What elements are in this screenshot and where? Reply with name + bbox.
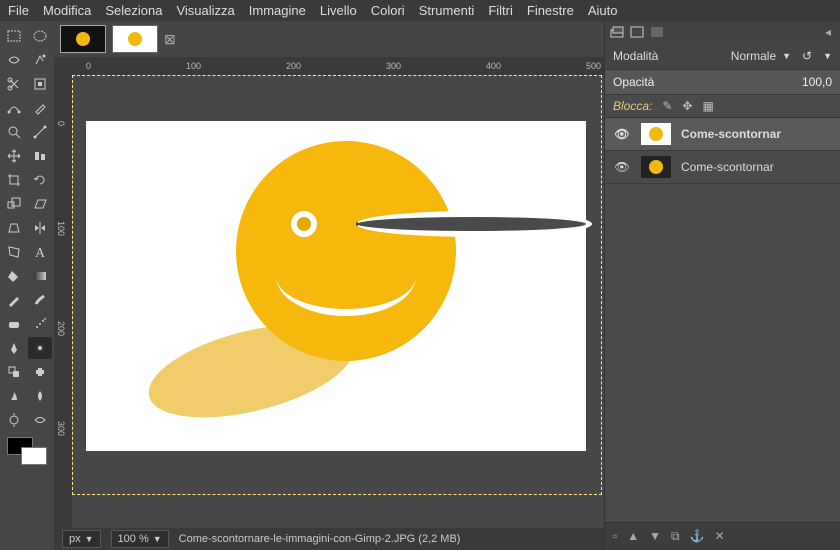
tool-paintbrush[interactable] — [28, 289, 52, 311]
layers-list: 👁 Come-scontornar 👁 Come-scontornar — [605, 118, 840, 522]
tool-blur[interactable] — [28, 385, 52, 407]
visibility-icon[interactable]: 👁 — [613, 160, 631, 174]
tool-smudge[interactable] — [2, 385, 26, 407]
color-swatches[interactable] — [7, 437, 47, 467]
tool-pencil[interactable] — [2, 289, 26, 311]
dock-tab-paths-icon[interactable] — [649, 25, 665, 39]
image-tab-2[interactable] — [112, 25, 158, 53]
opacity-label: Opacità — [613, 75, 654, 89]
image-content — [86, 121, 586, 451]
tool-paths[interactable] — [2, 97, 26, 119]
chevron-down-icon: ▼ — [823, 51, 832, 61]
anchor-layer-icon[interactable]: ⚓ — [690, 529, 705, 544]
lock-position-icon[interactable]: ✥ — [682, 99, 692, 113]
mode-reset-button[interactable]: ↺ — [797, 47, 817, 65]
ruler-horizontal: 0 100 200 300 400 500 — [72, 57, 604, 75]
menu-livello[interactable]: Livello — [320, 3, 357, 18]
lock-label: Blocca: — [613, 99, 652, 113]
tool-heal[interactable] — [28, 361, 52, 383]
tool-foreground-select[interactable] — [28, 73, 52, 95]
new-layer-icon[interactable]: ▫ — [613, 529, 617, 544]
visibility-icon[interactable]: 👁 — [613, 127, 631, 141]
menu-immagine[interactable]: Immagine — [249, 3, 306, 18]
tool-blend[interactable] — [28, 265, 52, 287]
menu-strumenti[interactable]: Strumenti — [419, 3, 475, 18]
tool-rotate[interactable] — [28, 169, 52, 191]
tool-scale[interactable] — [2, 193, 26, 215]
chevron-down-icon: ▼ — [153, 534, 162, 544]
tool-clone[interactable] — [2, 361, 26, 383]
tool-color-picker[interactable] — [28, 97, 52, 119]
layer-row[interactable]: 👁 Come-scontornar — [605, 151, 840, 184]
unit-select[interactable]: px▼ — [62, 530, 101, 548]
menu-filtri[interactable]: Filtri — [488, 3, 513, 18]
mode-label: Modalità — [613, 49, 658, 63]
menu-modifica[interactable]: Modifica — [43, 3, 91, 18]
lock-pixels-icon[interactable]: ✎ — [662, 99, 672, 113]
tool-scissors[interactable] — [2, 73, 26, 95]
dock-tab-channels-icon[interactable] — [629, 25, 645, 39]
tool-shear[interactable] — [28, 193, 52, 215]
duplicate-layer-icon[interactable]: ⧉ — [671, 529, 680, 544]
tool-dodge[interactable] — [2, 409, 26, 431]
tool-text[interactable]: A — [28, 241, 52, 263]
image-tab-1[interactable] — [60, 25, 106, 53]
tool-airbrush[interactable] — [28, 313, 52, 335]
layer-name[interactable]: Come-scontornar — [681, 160, 832, 174]
tool-move[interactable] — [2, 145, 26, 167]
layer-thumbnail — [641, 123, 671, 145]
tool-measure[interactable] — [28, 121, 52, 143]
lower-layer-icon[interactable]: ▼ — [649, 529, 661, 544]
menu-aiuto[interactable]: Aiuto — [588, 3, 618, 18]
tool-crop[interactable] — [2, 169, 26, 191]
dock-menu-icon[interactable]: ◂ — [820, 25, 836, 39]
mode-select[interactable]: Normale — [731, 49, 776, 63]
tool-fuzzy-select[interactable] — [28, 49, 52, 71]
opacity-slider[interactable]: Opacità 100,0 — [605, 70, 840, 95]
menu-seleziona[interactable]: Seleziona — [105, 3, 162, 18]
layer-thumbnail — [641, 156, 671, 178]
svg-text:A: A — [35, 246, 46, 260]
canvas[interactable] — [72, 75, 604, 528]
tool-ink[interactable] — [2, 337, 26, 359]
tool-bucket-fill[interactable] — [2, 265, 26, 287]
tool-mypaint-brush[interactable] — [28, 337, 52, 359]
raise-layer-icon[interactable]: ▲ — [627, 529, 639, 544]
delete-layer-icon[interactable]: ✕ — [715, 529, 725, 544]
toolbox: A — [0, 21, 54, 550]
tool-warp[interactable] — [28, 409, 52, 431]
menu-visualizza[interactable]: Visualizza — [176, 3, 234, 18]
right-dock: ◂ Modalità Normale ▼ ↺ ▼ Opacità 100,0 B… — [604, 21, 840, 550]
chevron-down-icon: ▼ — [85, 534, 94, 544]
dock-tab-layers-icon[interactable] — [609, 25, 625, 39]
layer-row[interactable]: 👁 Come-scontornar — [605, 118, 840, 151]
menu-finestre[interactable]: Finestre — [527, 3, 574, 18]
menu-colori[interactable]: Colori — [371, 3, 405, 18]
image-tabbar: ⊠ — [54, 21, 604, 57]
tool-free-select[interactable] — [2, 49, 26, 71]
tool-ellipse-select[interactable] — [28, 25, 52, 47]
tool-zoom[interactable] — [2, 121, 26, 143]
opacity-value: 100,0 — [802, 75, 832, 89]
chevron-down-icon: ▼ — [782, 51, 791, 61]
tool-eraser[interactable] — [2, 313, 26, 335]
tool-rect-select[interactable] — [2, 25, 26, 47]
tool-perspective[interactable] — [2, 217, 26, 239]
tool-cage[interactable] — [2, 241, 26, 263]
zoom-select[interactable]: 100 %▼ — [111, 530, 169, 548]
tool-flip[interactable] — [28, 217, 52, 239]
menubar: File Modifica Seleziona Visualizza Immag… — [0, 0, 840, 21]
menu-file[interactable]: File — [8, 3, 29, 18]
lock-alpha-icon[interactable]: ▦ — [702, 99, 713, 113]
background-color[interactable] — [21, 447, 47, 465]
tab-close-icon[interactable]: ⊠ — [164, 31, 176, 48]
layer-name[interactable]: Come-scontornar — [681, 127, 832, 141]
statusbar: px▼ 100 %▼ Come-scontornare-le-immagini-… — [54, 528, 604, 550]
tool-align[interactable] — [28, 145, 52, 167]
ruler-vertical: 0 100 200 300 — [54, 75, 72, 528]
status-filename: Come-scontornare-le-immagini-con-Gimp-2.… — [179, 533, 461, 545]
